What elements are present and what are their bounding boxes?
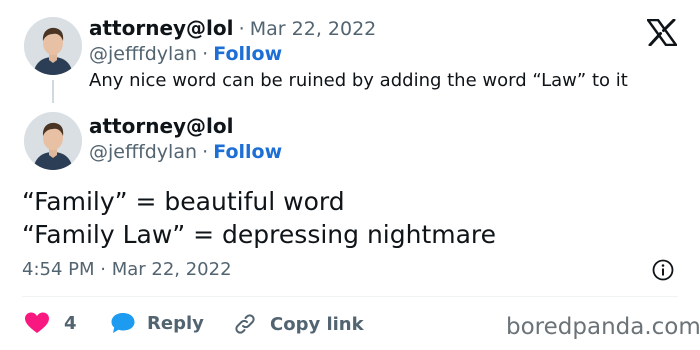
tweet-date[interactable]: Mar 22, 2022 [250, 18, 377, 40]
avatar[interactable] [24, 17, 82, 75]
reply-label: Reply [147, 312, 204, 334]
main-handle-row: @jefffdylan · Follow [89, 141, 282, 163]
follow-button[interactable]: Follow [213, 43, 282, 65]
x-logo-icon[interactable] [646, 18, 678, 50]
tweet-text: “Family” = beautiful word “Family Law” =… [22, 185, 496, 251]
speech-bubble-icon [110, 311, 136, 335]
like-count: 4 [64, 312, 77, 334]
divider [22, 296, 678, 297]
quoted-tweet-text: Any nice word can be ruined by adding th… [89, 70, 628, 91]
link-icon [232, 311, 258, 337]
heart-icon [24, 311, 50, 335]
date-separator: · [238, 18, 245, 40]
tweet-timestamp[interactable]: 4:54 PM · Mar 22, 2022 [22, 259, 232, 280]
handle-separator: · [202, 43, 209, 65]
reply-button[interactable]: Reply [110, 311, 204, 335]
thread-line [52, 80, 54, 103]
tweet-text-line: “Family” = beautiful word [22, 187, 345, 216]
quoted-handle-row: @jefffdylan · Follow [89, 43, 282, 65]
follow-button[interactable]: Follow [213, 141, 282, 163]
copy-link-button[interactable]: Copy link [232, 311, 364, 337]
watermark: boredpanda.com [506, 314, 700, 340]
handle-separator: · [202, 141, 209, 163]
tweet-text-line: “Family Law” = depressing nightmare [22, 220, 497, 249]
like-button[interactable]: 4 [24, 311, 77, 335]
avatar[interactable] [24, 112, 82, 170]
display-name[interactable]: attorney@lol [89, 114, 234, 138]
display-name[interactable]: attorney@lol [89, 16, 234, 40]
handle[interactable]: @jefffdylan [89, 141, 197, 163]
copy-link-label: Copy link [270, 313, 364, 335]
handle[interactable]: @jefffdylan [89, 43, 197, 65]
info-icon[interactable] [652, 259, 674, 285]
quoted-header-row: attorney@lol · Mar 22, 2022 [89, 16, 376, 40]
